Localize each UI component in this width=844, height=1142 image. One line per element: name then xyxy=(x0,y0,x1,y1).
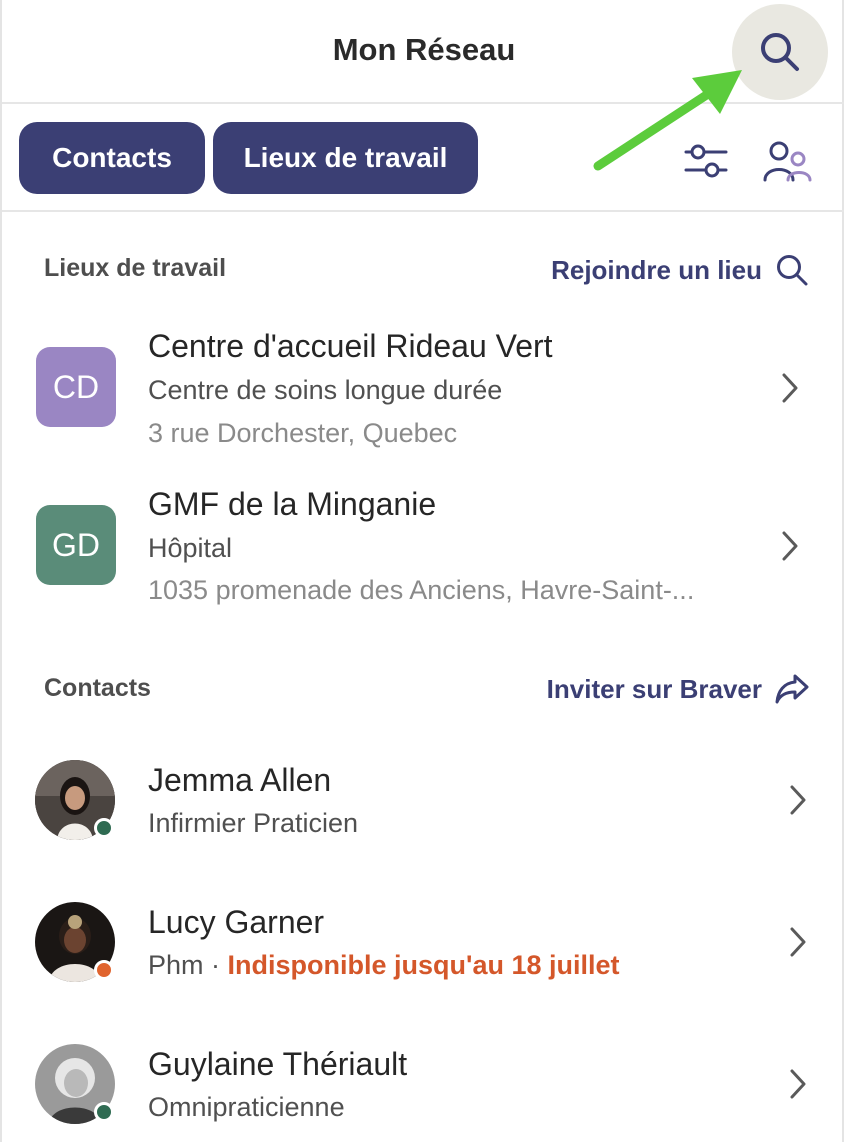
contact-role: Infirmier Praticien xyxy=(148,808,359,838)
tab-contacts[interactable]: Contacts xyxy=(19,122,205,194)
contact-name: Guylaine Thériault xyxy=(148,1046,408,1082)
workplace-name: GMF de la Minganie xyxy=(148,486,437,522)
contact-row[interactable]: Jemma Allen Infirmier Praticien xyxy=(2,740,844,860)
contact-name: Jemma Allen xyxy=(148,762,332,798)
workplace-name: Centre d'accueil Rideau Vert xyxy=(148,328,553,364)
search-button[interactable] xyxy=(732,4,828,100)
workplace-row[interactable]: GD GMF de la Minganie Hôpital 1035 prome… xyxy=(2,476,844,616)
join-workplace-link[interactable]: Rejoindre un lieu xyxy=(551,252,810,288)
invite-link[interactable]: Inviter sur Braver xyxy=(547,672,810,706)
status-indicator xyxy=(94,1102,114,1122)
contact-role: Phm xyxy=(148,950,204,980)
contact-role: Omnipraticienne xyxy=(148,1092,345,1122)
workplace-type: Centre de soins longue durée xyxy=(148,375,503,405)
contact-role-line: Phm · Indisponible jusqu'au 18 juillet xyxy=(148,950,620,981)
workplaces-section-title: Lieux de travail xyxy=(44,254,227,282)
unavailability-status: Indisponible jusqu'au 18 juillet xyxy=(227,950,620,980)
share-arrow-icon xyxy=(775,674,809,704)
tab-lieux-de-travail[interactable]: Lieux de travail xyxy=(213,122,478,194)
invite-label: Inviter sur Braver xyxy=(546,673,762,704)
workplace-initials: CD xyxy=(52,368,100,405)
chevron-right-icon xyxy=(782,373,798,403)
contacts-section-title: Contacts xyxy=(44,674,151,702)
page-title: Mon Réseau xyxy=(332,32,516,67)
chevron-right-icon xyxy=(790,1069,806,1099)
sliders-icon[interactable] xyxy=(682,140,730,184)
chevron-right-icon xyxy=(790,927,806,957)
workplace-avatar: GD xyxy=(36,505,116,585)
workplace-avatar: CD xyxy=(36,347,116,427)
workplace-address: 1035 promenade des Anciens, Havre-Saint-… xyxy=(148,575,695,605)
workplace-row[interactable]: CD Centre d'accueil Rideau Vert Centre d… xyxy=(2,318,844,458)
app-frame: Mon Réseau Contacts Lieux de travail Lie… xyxy=(0,0,844,1142)
status-indicator xyxy=(94,818,114,838)
join-workplace-label: Rejoindre un lieu xyxy=(551,254,762,285)
people-icon[interactable] xyxy=(762,140,814,184)
contact-row[interactable]: Guylaine Thériault Omnipraticienne xyxy=(2,1024,844,1142)
chevron-right-icon xyxy=(782,531,798,561)
search-icon xyxy=(777,255,808,286)
contact-name: Lucy Garner xyxy=(148,904,325,940)
contact-row[interactable]: Lucy Garner Phm · Indisponible jusqu'au … xyxy=(2,882,844,1002)
header: Mon Réseau xyxy=(2,0,844,104)
chevron-right-icon xyxy=(790,785,806,815)
tabs-row: Contacts Lieux de travail xyxy=(2,106,844,212)
workplace-address: 3 rue Dorchester, Quebec xyxy=(148,418,458,448)
search-icon xyxy=(761,33,799,71)
workplace-initials: GD xyxy=(52,526,100,563)
separator: · xyxy=(203,950,228,980)
status-indicator xyxy=(94,960,114,980)
workplace-type: Hôpital xyxy=(148,533,233,563)
